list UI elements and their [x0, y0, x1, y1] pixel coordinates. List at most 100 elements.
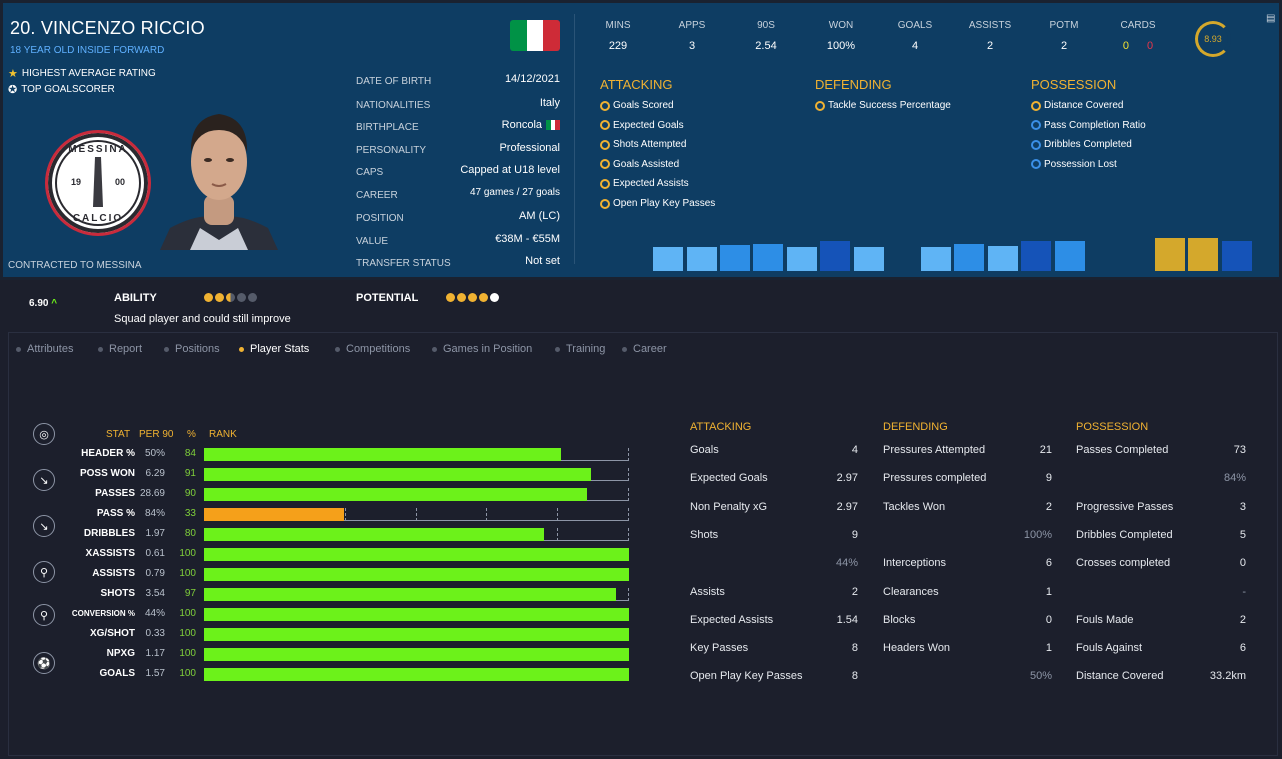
- stat-per90: 0.61: [145, 548, 165, 559]
- stat-bar[interactable]: [204, 448, 561, 461]
- profile-legend-item[interactable]: Distance Covered: [1031, 100, 1123, 111]
- tab-career[interactable]: Career: [622, 343, 667, 355]
- grid-tick: [415, 508, 417, 521]
- profile-legend-item[interactable]: Expected Goals: [600, 120, 684, 131]
- table-row-value: 6: [1045, 557, 1052, 570]
- info-label: DATE OF BIRTH: [356, 76, 432, 87]
- chart-header-rank: RANK: [209, 429, 237, 440]
- stat-percentile: 33: [184, 508, 196, 519]
- table-defending-title: DEFENDING: [883, 421, 948, 433]
- radio-icon: [1031, 159, 1041, 170]
- info-value: Professional: [499, 142, 560, 154]
- stat-bar[interactable]: [204, 668, 629, 681]
- star-icon: [226, 293, 235, 302]
- stat-percentile: 91: [184, 468, 196, 479]
- radio-icon: [600, 120, 610, 131]
- profile-legend-item[interactable]: Possession Lost: [1031, 159, 1117, 170]
- stat-bar[interactable]: [204, 648, 629, 661]
- stat-value: 4: [911, 40, 919, 52]
- tab-player-stats[interactable]: Player Stats: [239, 343, 309, 355]
- table-row-value: 2: [1045, 500, 1052, 513]
- table-row-value: 2.97: [836, 500, 858, 513]
- chart-header-per90: PER 90: [139, 429, 174, 440]
- stat-label: APPS: [678, 20, 706, 31]
- profile-bar: [1222, 241, 1252, 271]
- table-row-label: Key Passes: [690, 642, 749, 655]
- radio-icon: [1031, 100, 1041, 111]
- stats-panel: [8, 332, 1278, 756]
- target-icon[interactable]: ◎: [33, 423, 55, 445]
- table-row-label: Expected Goals: [690, 472, 768, 485]
- star-icon: ★: [8, 68, 18, 80]
- profile-legend-item[interactable]: Goals Assisted: [600, 159, 679, 170]
- radio-icon: [600, 198, 610, 209]
- tab-attributes[interactable]: Attributes: [16, 343, 73, 355]
- profile-legend-item[interactable]: Dribbles Completed: [1031, 139, 1132, 150]
- tab-report[interactable]: Report: [98, 343, 142, 355]
- stat-bar[interactable]: [204, 488, 587, 501]
- table-row-value: 84%: [1223, 472, 1246, 485]
- tackle-icon[interactable]: ↘: [33, 515, 55, 537]
- table-row-value: 0: [1239, 557, 1246, 570]
- table-row-label: Pressures Attempted: [883, 444, 986, 456]
- grid-tick: [628, 508, 629, 521]
- table-row-value: 3: [1239, 500, 1246, 513]
- stat-bar[interactable]: [204, 548, 629, 561]
- info-value: AM (LC): [519, 210, 560, 222]
- stat-bar[interactable]: [204, 608, 629, 621]
- stat-value: 229: [608, 40, 628, 52]
- stat-per90: 1.17: [145, 648, 165, 659]
- star-icon: [457, 293, 466, 302]
- stat-bar[interactable]: [204, 588, 617, 601]
- stat-percentile: 100: [179, 628, 196, 639]
- grid-tick: [628, 468, 629, 481]
- table-row-label: Crosses completed: [1076, 557, 1171, 570]
- nationality-flag: [510, 20, 560, 51]
- info-value: Capped at U18 level: [460, 164, 560, 176]
- running-icon[interactable]: ⚲: [33, 561, 55, 583]
- table-row-value: 44%: [835, 557, 858, 570]
- radio-icon: [600, 139, 610, 150]
- stat-name: DRIBBLES: [83, 528, 135, 539]
- profile-legend-item[interactable]: Tackle Success Percentage: [815, 100, 951, 111]
- stat-bar[interactable]: [204, 508, 345, 521]
- accolade-rating: ★ HIGHEST AVERAGE RATING: [8, 68, 156, 80]
- stat-name: GOALS: [99, 668, 135, 679]
- info-value: Roncola: [502, 119, 561, 131]
- table-row-label: Fouls Against: [1076, 642, 1143, 655]
- stat-label: MINS: [605, 20, 631, 31]
- stat-percentile: 97: [184, 588, 196, 599]
- club-badge[interactable]: MESSINA 19 00 CALCIO: [45, 130, 151, 236]
- stat-bar[interactable]: [204, 528, 544, 541]
- tackle-icon[interactable]: ↘: [33, 469, 55, 491]
- profile-legend-item[interactable]: Goals Scored: [600, 100, 674, 111]
- star-icon: [248, 293, 257, 302]
- running-icon[interactable]: ⚲: [33, 604, 55, 626]
- profile-legend-item[interactable]: Shots Attempted: [600, 139, 686, 150]
- tab-games-in-position[interactable]: Games in Position: [432, 343, 532, 355]
- clipboard-icon[interactable]: ▤: [1266, 13, 1275, 24]
- tab-positions[interactable]: Positions: [164, 343, 220, 355]
- player-role: 18 YEAR OLD INSIDE FORWARD: [10, 45, 165, 56]
- tab-competitions[interactable]: Competitions: [335, 343, 410, 355]
- stat-percentile: 84: [184, 448, 196, 459]
- trend-up-icon: ^: [51, 298, 58, 309]
- stat-value: 2: [986, 40, 994, 52]
- profile-bar: [1155, 238, 1185, 271]
- profile-bar: [1188, 238, 1218, 271]
- stat-percentile: 100: [179, 608, 196, 619]
- tab-training[interactable]: Training: [555, 343, 605, 355]
- star-icon: [215, 293, 224, 302]
- profile-bar: [988, 246, 1018, 271]
- profile-legend-item[interactable]: Pass Completion Ratio: [1031, 120, 1146, 131]
- stat-percentile: 100: [179, 548, 196, 559]
- stat-bar[interactable]: [204, 468, 591, 481]
- stat-bar[interactable]: [204, 568, 629, 581]
- shooting-icon[interactable]: ⚽: [33, 652, 55, 674]
- player-portrait: [160, 114, 278, 250]
- profile-legend-item[interactable]: Expected Assists: [600, 178, 689, 189]
- table-row-value: 8: [851, 642, 858, 655]
- table-row-label: Expected Assists: [690, 613, 774, 626]
- profile-legend-item[interactable]: Open Play Key Passes: [600, 198, 715, 209]
- stat-bar[interactable]: [204, 628, 629, 641]
